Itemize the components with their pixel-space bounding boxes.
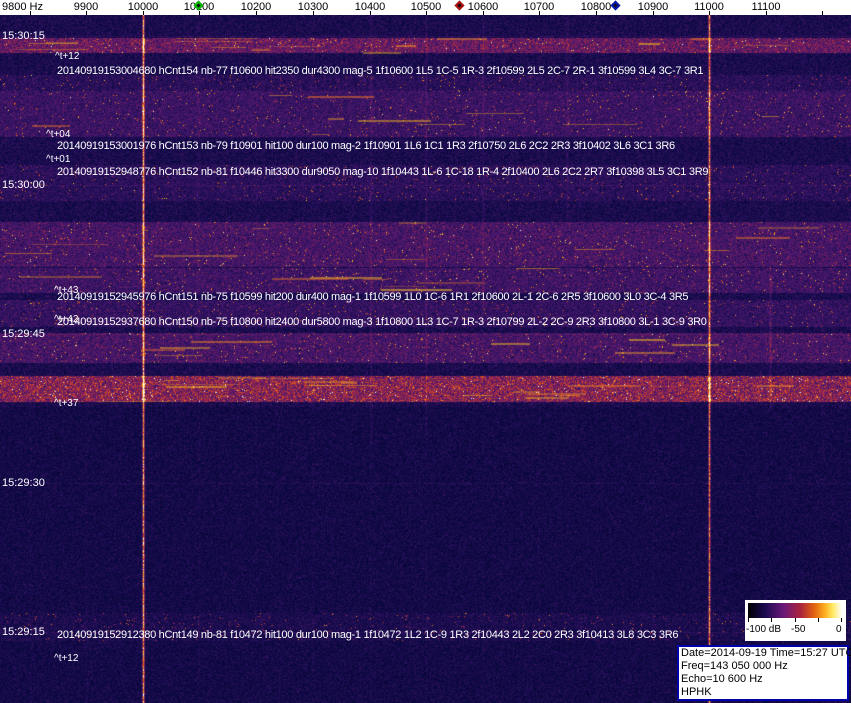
legend-label-mid: -50 xyxy=(791,624,806,635)
legend-tick xyxy=(841,618,842,622)
time-tick-label: 15:30:15 xyxy=(2,30,45,42)
info-date-time: Date=2014-09-19 Time=15:27 UTC xyxy=(681,647,851,659)
freq-tick xyxy=(199,11,200,15)
db-color-scale-legend: -100 dB -50 0 xyxy=(745,600,846,641)
frequency-axis: 9800 Hz 9900 10000 10100 10200 10300 104… xyxy=(0,0,851,15)
freq-tick xyxy=(653,11,654,15)
freq-tick xyxy=(143,11,144,15)
echo-detail-line: 20140919152912380 hCnt149 nb-81 f10472 h… xyxy=(57,629,679,641)
freq-tick xyxy=(766,11,767,15)
echo-time-marker: ^t+37 xyxy=(54,398,79,409)
freq-tick xyxy=(30,11,31,15)
echo-time-marker: ^t+01 xyxy=(46,154,71,165)
echo-detail-line: 20140919152948776 hCnt152 nb-81 f10446 h… xyxy=(57,166,709,178)
freq-tick xyxy=(483,11,484,15)
freq-tick xyxy=(822,11,823,15)
status-info-box: Date=2014-09-19 Time=15:27 UTC Freq=143 … xyxy=(677,645,851,701)
freq-tick xyxy=(313,11,314,15)
echo-detail-line: 20140919152945976 hCnt151 nb-75 f10599 h… xyxy=(57,291,689,303)
freq-tick-label: 9800 Hz xyxy=(2,1,43,13)
color-scale-gradient xyxy=(748,603,842,618)
legend-tick xyxy=(771,618,772,622)
legend-tick xyxy=(818,618,819,622)
freq-tick xyxy=(596,11,597,15)
time-tick-label: 15:29:45 xyxy=(2,328,45,340)
spectrogram-app-window: 9800 Hz 9900 10000 10100 10200 10300 104… xyxy=(0,0,851,703)
freq-marker-blue-diamond-icon[interactable] xyxy=(610,0,621,11)
echo-detail-line: 20140919153001976 hCnt153 nb-79 f10901 h… xyxy=(57,140,675,152)
freq-marker-red-diamond-icon[interactable] xyxy=(454,0,465,11)
freq-tick xyxy=(426,11,427,15)
freq-tick xyxy=(539,11,540,15)
echo-detail-line: 20140919152937680 hCnt150 nb-75 f10800 h… xyxy=(57,316,707,328)
time-tick-label: 15:29:30 xyxy=(2,477,45,489)
echo-time-marker: ^t+12 xyxy=(54,653,79,664)
spectrogram-waterfall[interactable] xyxy=(0,15,851,703)
freq-tick xyxy=(370,11,371,15)
echo-time-marker: ^t+04 xyxy=(46,129,71,140)
freq-tick xyxy=(709,11,710,15)
echo-detail-line: 20140919153004680 hCnt154 nb-77 f10600 h… xyxy=(57,65,704,77)
info-echo: Echo=10 600 Hz xyxy=(681,673,763,685)
legend-tick xyxy=(795,618,796,622)
legend-label-max: 0 xyxy=(836,624,842,635)
time-tick-label: 15:29:15 xyxy=(2,626,45,638)
echo-time-marker: ^t+12 xyxy=(55,51,80,62)
legend-label-min: -100 dB xyxy=(746,624,782,635)
freq-tick xyxy=(256,11,257,15)
freq-tick xyxy=(86,11,87,15)
legend-tick xyxy=(748,618,749,622)
info-frequency: Freq=143 050 000 Hz xyxy=(681,660,788,672)
info-callsign: HPHK xyxy=(681,686,712,698)
time-tick-label: 15:30:00 xyxy=(2,179,45,191)
